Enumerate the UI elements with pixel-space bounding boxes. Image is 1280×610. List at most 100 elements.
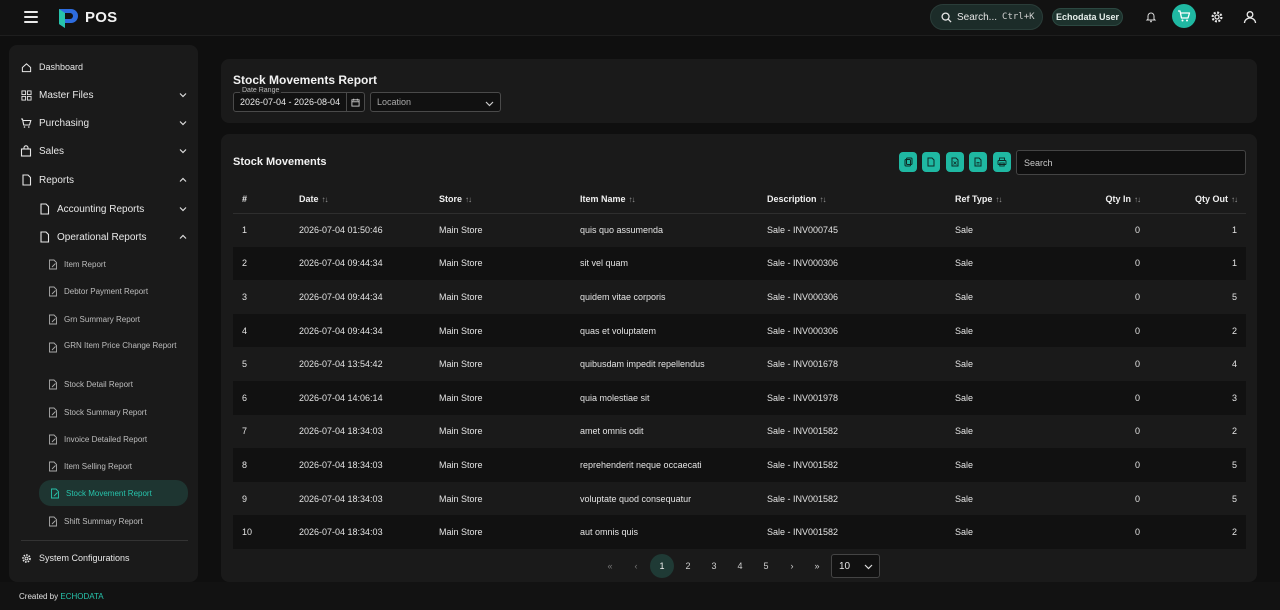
sidebar-label: Stock Movement Report — [66, 488, 152, 498]
chevron-down-icon — [178, 118, 188, 128]
printer-icon — [997, 157, 1007, 167]
column-header-item-name[interactable]: Item Name ↑↓ — [571, 185, 758, 214]
column-header-store[interactable]: Store ↑↓ — [430, 185, 571, 214]
table-cell: 0 — [1051, 246, 1149, 281]
table-cell: 0 — [1051, 448, 1149, 482]
excel-file-icon — [951, 157, 959, 167]
sidebar-item-purchasing[interactable]: Purchasing — [19, 112, 188, 134]
export-csv-button[interactable] — [922, 152, 940, 172]
table-cell: Sale - INV001582 — [758, 515, 946, 549]
sidebar-item-grn-item-price-change-report[interactable]: GRN Item Price Change Report — [47, 334, 188, 368]
stock-movements-panel: Stock Movements # Date↑↓ Store↑↓ Item Na… — [221, 134, 1257, 582]
sort-icon[interactable]: ↑↓ — [1134, 195, 1141, 204]
table-cell: 0 — [1051, 347, 1149, 381]
sidebar-item-debtor-payment-report[interactable]: Debtor Payment Report — [47, 280, 188, 302]
sidebar-item-item-selling-report[interactable]: Item Selling Report — [47, 455, 188, 477]
table-cell: 2026-07-04 18:34:03 — [290, 515, 430, 549]
copy-icon — [904, 157, 912, 167]
table-cell: Sale — [946, 414, 1051, 449]
bell-icon[interactable] — [1139, 5, 1163, 29]
table-cell: aut omnis quis — [571, 515, 758, 549]
table-cell: Sale - INV000306 — [758, 313, 946, 348]
sidebar-label: Invoice Detailed Report — [64, 434, 148, 444]
page-size-select[interactable]: 10 — [831, 554, 880, 578]
last-page-button[interactable]: » — [805, 554, 829, 578]
column-header-qty-in[interactable]: Qty In ↑↓ — [1051, 185, 1149, 214]
sidebar-item-operational-reports[interactable]: Operational Reports — [37, 226, 188, 248]
calendar-icon[interactable] — [346, 93, 364, 111]
table-cell: Main Store — [430, 481, 571, 516]
table-cell: Sale — [946, 481, 1051, 516]
table-cell: Main Store — [430, 246, 571, 281]
stock-movements-table: # Date ↑↓ Store ↑↓ Item Name ↑↓ Description… — [233, 185, 1246, 549]
sort-icon[interactable]: ↑↓ — [465, 195, 472, 204]
table-cell: quia molestiae sit — [571, 380, 758, 415]
sidebar-item-item-report[interactable]: Item Report — [47, 253, 188, 275]
global-search-button[interactable]: Search... Ctrl+K — [930, 4, 1043, 30]
table-cell: voluptate quod consequatur — [571, 481, 758, 516]
table-cell: 2026-07-04 18:34:03 — [290, 414, 430, 449]
sort-icon[interactable]: ↑↓ — [995, 195, 1002, 204]
gear-icon[interactable] — [1205, 5, 1229, 29]
table-cell: quibusdam impedit repellendus — [571, 347, 758, 381]
footer-brand-link[interactable]: ECHODATA — [60, 592, 103, 601]
date-range-field[interactable]: Date Range 2026-07-04 - 2026-08-04 — [233, 87, 365, 112]
table-cell: Sale — [946, 246, 1051, 281]
sidebar-item-stock-detail-report[interactable]: Stock Detail Report — [47, 373, 188, 395]
table-header-row: # Date ↑↓ Store ↑↓ Item Name ↑↓ Description… — [233, 185, 1246, 214]
print-button[interactable] — [993, 152, 1011, 172]
sort-icon[interactable]: ↑↓ — [1231, 195, 1238, 204]
previous-page-button[interactable]: ‹ — [624, 554, 648, 578]
sidebar-item-accounting-reports[interactable]: Accounting Reports — [37, 198, 188, 220]
column-header-description[interactable]: Description ↑↓ — [758, 185, 946, 214]
sidebar-item-master-files[interactable]: Master Files — [19, 84, 188, 106]
table-search-input[interactable] — [1016, 150, 1246, 175]
sidebar-item-grn-summary-report[interactable]: Grn Summary Report — [47, 308, 188, 330]
next-page-button[interactable]: › — [780, 554, 804, 578]
app-logo — [59, 9, 78, 28]
footer-credit: Created by ECHODATA — [19, 592, 104, 601]
table-cell: 0 — [1051, 280, 1149, 314]
sidebar-item-reports[interactable]: Reports — [19, 169, 188, 191]
page-button-1[interactable]: 1 — [650, 554, 674, 578]
search-shortcut: Ctrl+K — [1002, 12, 1035, 22]
sort-icon[interactable]: ↑↓ — [322, 195, 329, 204]
export-copy-button[interactable] — [899, 152, 917, 172]
chevron-up-icon — [178, 232, 188, 242]
location-select[interactable]: Location — [370, 92, 501, 112]
page-button-4[interactable]: 4 — [728, 554, 752, 578]
table-cell: 8 — [233, 448, 290, 482]
sidebar-item-shift-summary-report[interactable]: Shift Summary Report — [47, 510, 188, 532]
menu-icon[interactable] — [24, 11, 38, 23]
table-row: 4 2026-07-04 09:44:34 Main Store quas et vo… — [233, 313, 1246, 348]
table-row: 7 2026-07-04 18:34:03 Main Store amet omnis… — [233, 414, 1246, 449]
user-icon[interactable] — [1238, 5, 1262, 29]
table-cell: reprehenderit neque occaecati — [571, 448, 758, 482]
sidebar-item-invoice-detailed-report[interactable]: Invoice Detailed Report — [47, 428, 188, 450]
export-pdf-button[interactable] — [969, 152, 987, 172]
page-button-2[interactable]: 2 — [676, 554, 700, 578]
table-cell: Sale — [946, 280, 1051, 314]
column-header-ref-type[interactable]: Ref Type ↑↓ — [946, 185, 1051, 214]
sidebar-item-stock-movement-report[interactable]: Stock Movement Report — [39, 480, 188, 506]
table-cell: Main Store — [430, 280, 571, 314]
sidebar-item-stock-summary-report[interactable]: Stock Summary Report — [47, 401, 188, 423]
page-button-3[interactable]: 3 — [702, 554, 726, 578]
table-row: 3 2026-07-04 09:44:34 Main Store quidem vit… — [233, 280, 1246, 314]
table-cell: 5 — [1149, 481, 1246, 516]
sidebar-item-system-configurations[interactable]: System Configurations — [19, 547, 188, 569]
sort-icon[interactable]: ↑↓ — [629, 195, 636, 204]
cart-icon[interactable] — [1172, 4, 1196, 28]
top-bar: POS Search... Ctrl+K Echodata User — [0, 0, 1280, 36]
export-excel-button[interactable] — [946, 152, 964, 172]
column-header-qty-out[interactable]: Qty Out ↑↓ — [1149, 185, 1246, 214]
user-name-badge[interactable]: Echodata User — [1052, 8, 1123, 26]
sidebar-item-dashboard[interactable]: Dashboard — [19, 56, 188, 78]
page-button-5[interactable]: 5 — [754, 554, 778, 578]
column-header-date[interactable]: Date ↑↓ — [290, 185, 430, 214]
sidebar-item-sales[interactable]: Sales — [19, 140, 188, 162]
table-row: 5 2026-07-04 13:54:42 Main Store quibusdam … — [233, 347, 1246, 381]
sort-icon[interactable]: ↑↓ — [820, 195, 827, 204]
first-page-button[interactable]: « — [598, 554, 622, 578]
table-cell: 0 — [1051, 414, 1149, 449]
